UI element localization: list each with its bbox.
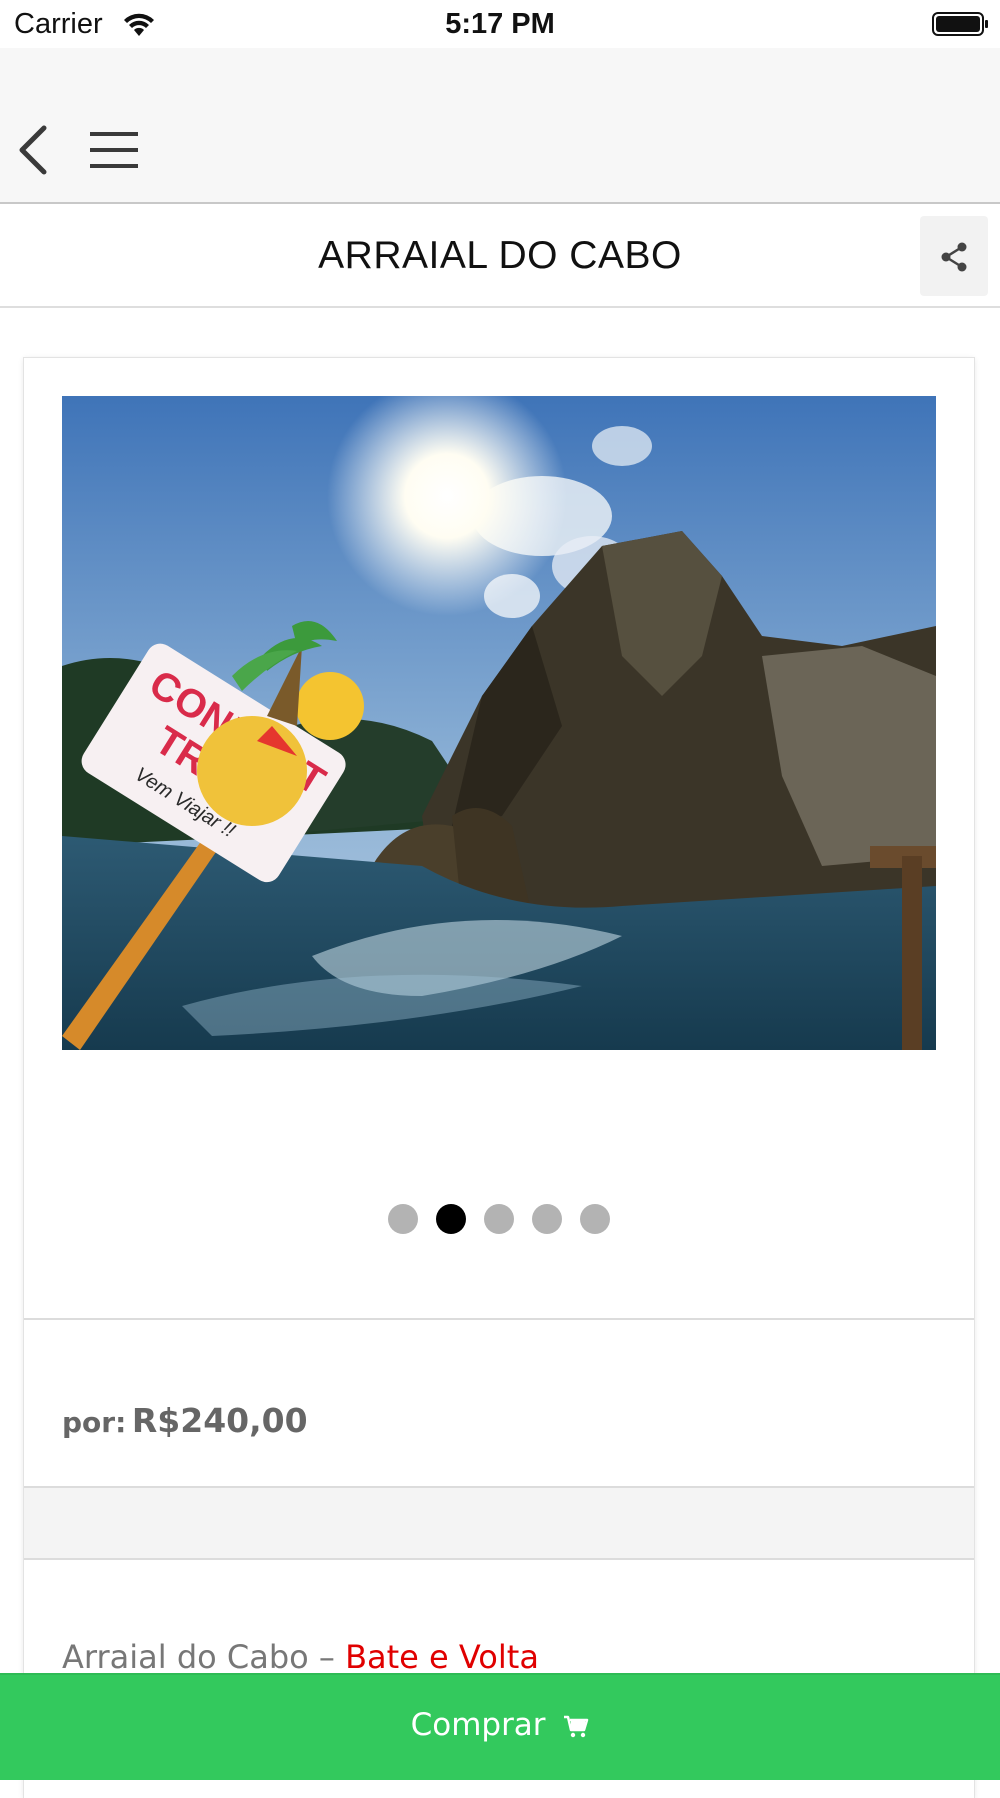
back-chevron-icon[interactable] xyxy=(14,120,54,180)
buy-button-label: Comprar xyxy=(410,1707,546,1743)
carousel-dot[interactable] xyxy=(484,1204,514,1234)
carousel-dot-active[interactable] xyxy=(436,1204,466,1234)
price-value: R$240,00 xyxy=(131,1401,308,1440)
buy-button-content: Comprar xyxy=(0,1707,1000,1743)
description-highlight: Bate e Volta xyxy=(345,1638,539,1676)
carousel-dot[interactable] xyxy=(388,1204,418,1234)
description-heading: Arraial do Cabo – Bate e Volta xyxy=(62,1638,539,1676)
carousel-dot[interactable] xyxy=(532,1204,562,1234)
price-row: por: R$240,00 xyxy=(62,1401,308,1440)
price-label: por: xyxy=(62,1406,127,1439)
share-button[interactable] xyxy=(920,216,988,296)
cart-icon xyxy=(564,1715,589,1737)
carousel-pagination xyxy=(24,1204,974,1238)
title-bar: ARRAIAL DO CABO xyxy=(0,204,1000,308)
clock: 5:17 PM xyxy=(445,8,555,40)
description-prefix: Arraial do Cabo – xyxy=(62,1638,346,1676)
navigation-bar xyxy=(0,48,1000,204)
product-photo[interactable]: CONNECT TRIPS Vem Viajar !! xyxy=(62,396,936,1050)
section-separator xyxy=(24,1486,974,1560)
product-card: CONNECT TRIPS Vem Viajar !! por: R$240,0… xyxy=(24,358,974,1798)
status-bar: Carrier 5:17 PM xyxy=(0,0,1000,48)
hamburger-menu-icon[interactable] xyxy=(88,130,140,170)
buy-button[interactable]: Comprar xyxy=(0,1673,1000,1780)
share-icon xyxy=(941,242,967,272)
page-title: ARRAIAL DO CABO xyxy=(318,234,682,277)
divider xyxy=(24,1318,974,1320)
carousel-dot[interactable] xyxy=(580,1204,610,1234)
battery-icon xyxy=(932,12,988,36)
